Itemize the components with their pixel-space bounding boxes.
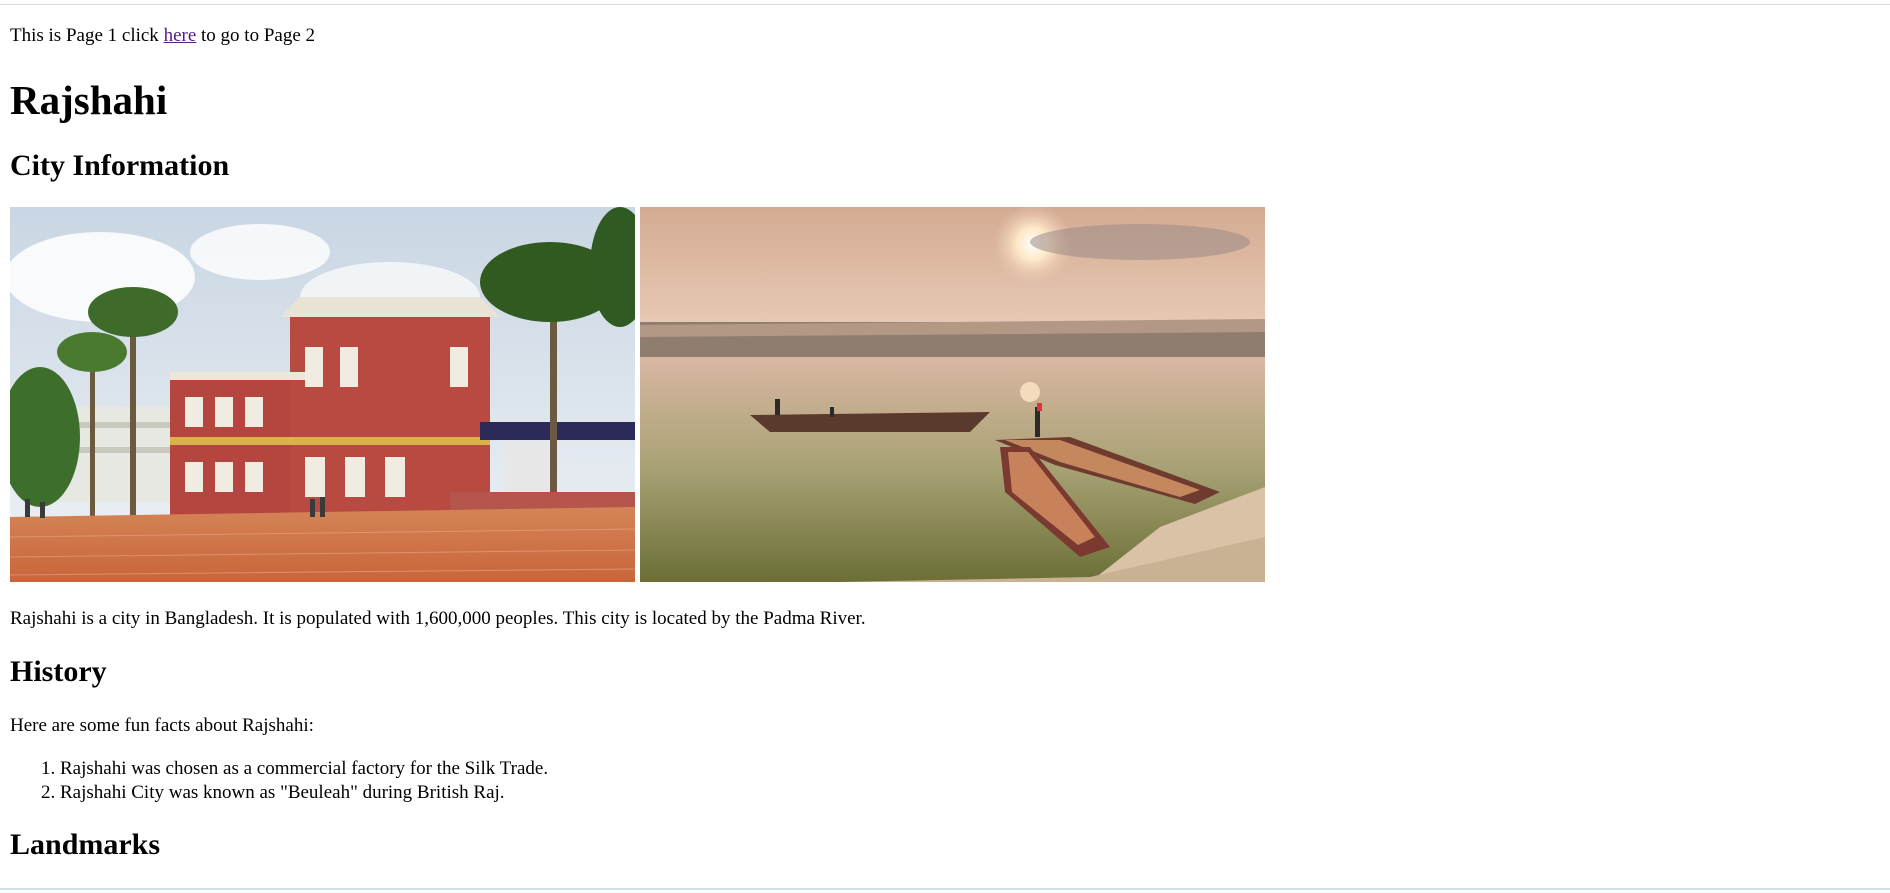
nav-suffix-text: to go to Page 2 (201, 25, 316, 46)
city-information-heading: City Information (10, 149, 230, 182)
bottom-divider (0, 888, 1890, 890)
history-heading: History (10, 655, 107, 688)
list-item: Rajshahi was chosen as a commercial fact… (60, 757, 548, 781)
page-2-link[interactable]: here (164, 25, 197, 46)
list-item: Rajshahi City was known as "Beuleah" dur… (60, 781, 548, 805)
page-title: Rajshahi (10, 77, 168, 123)
city-description: Rajshahi is a city in Bangladesh. It is … (10, 608, 866, 629)
river-photo (640, 207, 1265, 582)
building-photo (10, 207, 635, 582)
fun-facts-intro: Here are some fun facts about Rajshahi: (10, 715, 314, 736)
nav-prefix-text: This is Page 1 click (10, 25, 159, 46)
top-divider (0, 4, 1890, 5)
page-navigation-text: This is Page 1 click here to go to Page … (10, 24, 315, 48)
landmarks-heading: Landmarks (10, 828, 161, 861)
fun-facts-list: Rajshahi was chosen as a commercial fact… (10, 757, 548, 805)
